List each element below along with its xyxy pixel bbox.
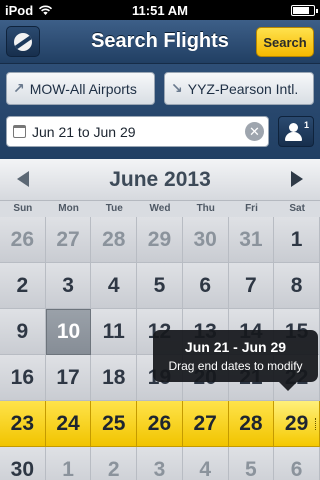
calendar-day[interactable]: 4	[182, 447, 229, 480]
clear-dates-button[interactable]: ✕	[245, 122, 264, 141]
destination-field[interactable]: ↘ YYZ-Pearson Intl.	[164, 72, 314, 105]
battery-icon	[291, 5, 318, 16]
calendar-day[interactable]: 6	[182, 263, 229, 309]
calendar-day[interactable]: 24	[45, 401, 92, 447]
range-tooltip: Jun 21 - Jun 29 Drag end dates to modify	[153, 330, 318, 391]
calendar-day[interactable]: 26	[137, 401, 183, 447]
nav-header: Search Flights Search	[0, 20, 320, 64]
calendar-day[interactable]: 27	[45, 217, 92, 263]
calendar-day[interactable]: 18	[91, 355, 138, 401]
calendar-day[interactable]: 29	[274, 401, 320, 447]
calendar-week: 23 24 25 26 27 28 29	[0, 401, 320, 447]
calendar-day[interactable]: 1	[45, 447, 92, 480]
calendar-day[interactable]: 30	[0, 447, 46, 480]
origin-label: MOW-All Airports	[29, 80, 137, 97]
dates-label: Jun 21 to Jun 29	[32, 123, 136, 140]
month-title: June 2013	[109, 168, 211, 191]
next-month-button[interactable]	[291, 171, 303, 187]
search-panel: ↗ MOW-All Airports ↘ YYZ-Pearson Intl. J…	[0, 64, 320, 159]
calendar-day[interactable]: 29	[137, 217, 183, 263]
calendar-day[interactable]: 2	[91, 447, 138, 480]
calendar-day[interactable]: 10	[45, 309, 92, 355]
passenger-icon	[289, 123, 298, 132]
calendar-day[interactable]: 31	[228, 217, 275, 263]
calendar-day[interactable]: 26	[0, 217, 46, 263]
passenger-count: 1	[303, 120, 309, 130]
calendar-day[interactable]: 17	[45, 355, 92, 401]
origin-field[interactable]: ↗ MOW-All Airports	[6, 72, 155, 105]
weekday-label: Tue	[105, 203, 123, 214]
weekday-label: Thu	[196, 203, 215, 214]
calendar-day[interactable]: 1	[274, 217, 320, 263]
calendar-week: 30 1 2 3 4 5 6	[0, 447, 320, 480]
status-time: 11:51 AM	[132, 3, 188, 18]
tooltip-title: Jun 21 - Jun 29	[184, 339, 287, 355]
weekday-label: Fri	[245, 203, 258, 214]
calendar-day[interactable]: 28	[228, 401, 275, 447]
calendar-day[interactable]: 7	[228, 263, 275, 309]
calendar-day[interactable]: 11	[91, 309, 138, 355]
weekday-label: Sat	[289, 203, 305, 214]
calendar-day[interactable]: 2	[0, 263, 46, 309]
calendar-day[interactable]: 8	[274, 263, 320, 309]
weekday-header: Sun Mon Tue Wed Thu Fri Sat	[0, 201, 320, 217]
calendar-day[interactable]: 25	[91, 401, 138, 447]
calendar-week: 26 27 28 29 30 31 1	[0, 217, 320, 263]
weekday-label: Mon	[58, 203, 79, 214]
destination-label: YYZ-Pearson Intl.	[187, 80, 299, 97]
passengers-button[interactable]: 1	[278, 116, 314, 147]
dates-field[interactable]: Jun 21 to Jun 29 ✕	[6, 116, 269, 147]
arrive-arrow-icon: ↘	[171, 80, 183, 96]
calendar-day[interactable]: 23	[0, 401, 46, 447]
calendar-day[interactable]: 30	[182, 217, 229, 263]
calendar-day[interactable]: 27	[182, 401, 229, 447]
calendar-day[interactable]: 28	[91, 217, 138, 263]
calendar-day[interactable]: 9	[0, 309, 46, 355]
calendar-day[interactable]: 5	[228, 447, 275, 480]
tooltip-text: Drag end dates to modify	[168, 359, 303, 373]
weekday-label: Wed	[149, 203, 171, 214]
weekday-label: Sun	[13, 203, 33, 214]
calendar-day[interactable]: 6	[274, 447, 320, 480]
drag-handle-icon[interactable]	[314, 418, 317, 430]
calendar-day[interactable]: 3	[137, 447, 183, 480]
depart-arrow-icon: ↗	[13, 80, 25, 96]
calendar-week: 2345678	[0, 263, 320, 309]
calendar-day[interactable]: 4	[91, 263, 138, 309]
calendar-day[interactable]: 3	[45, 263, 92, 309]
search-button[interactable]: Search	[256, 27, 314, 57]
status-bar: iPod 11:51 AM	[0, 0, 320, 20]
month-header: June 2013	[0, 159, 320, 201]
calendar-day[interactable]: 16	[0, 355, 46, 401]
calendar-icon	[13, 125, 26, 138]
calendar-day[interactable]: 5	[137, 263, 183, 309]
